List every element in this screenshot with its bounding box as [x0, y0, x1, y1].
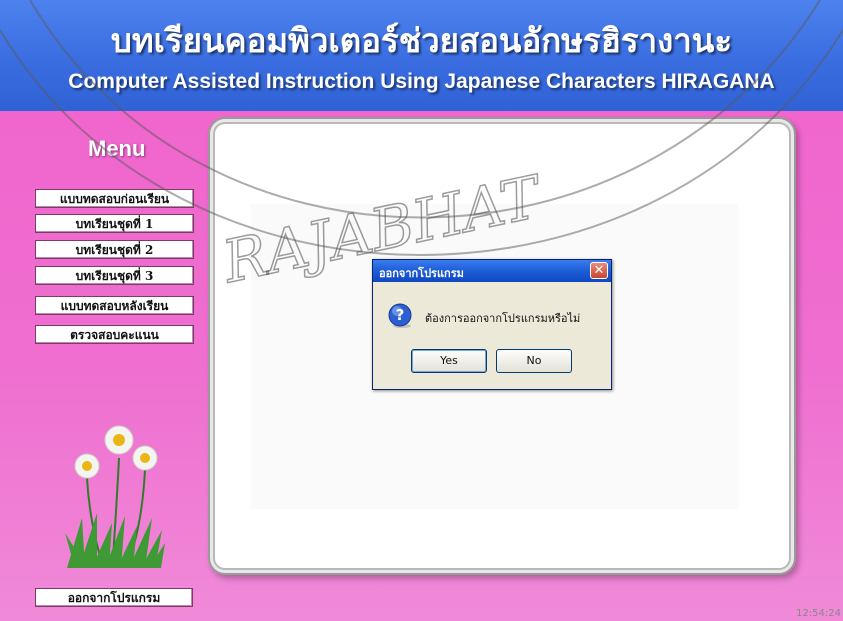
dialog-titlebar[interactable]: ออกจากโปรแกรม ✕ — [373, 260, 611, 282]
yes-button[interactable]: Yes — [411, 349, 487, 373]
menu-item-posttest[interactable]: แบบทดสอบหลังเรียน — [35, 296, 194, 315]
question-icon: ? — [388, 303, 412, 328]
svg-text:?: ? — [396, 306, 405, 324]
app-window: บทเรียนคอมพิวเตอร์ช่วยสอนอักษรฮิรางานะ C… — [0, 0, 843, 621]
menu-item-pretest[interactable]: แบบทดสอบก่อนเรียน — [35, 189, 194, 208]
page-title-english: Computer Assisted Instruction Using Japa… — [68, 70, 775, 93]
header-banner: บทเรียนคอมพิวเตอร์ช่วยสอนอักษรฮิรางานะ C… — [0, 0, 843, 111]
menu-heading: Menu — [88, 136, 146, 161]
close-icon[interactable]: ✕ — [590, 262, 608, 279]
page-title-thai: บทเรียนคอมพิวเตอร์ช่วยสอนอักษรฮิรางานะ — [110, 21, 733, 60]
no-button[interactable]: No — [496, 349, 572, 373]
exit-confirm-dialog: ออกจากโปรแกรม ✕ ? ต้องการออกจากโปรแกรมหร… — [372, 259, 612, 390]
menu-item-check-score[interactable]: ตรวจสอบคะแนน — [35, 325, 194, 344]
clock-text: 12:54:24 — [796, 608, 841, 619]
menu-item-lesson-3[interactable]: บทเรียนชุดที่ 3 — [35, 266, 194, 285]
dialog-title: ออกจากโปรแกรม — [379, 267, 464, 280]
menu-item-lesson-2[interactable]: บทเรียนชุดที่ 2 — [35, 240, 194, 259]
dialog-message: ต้องการออกจากโปรแกรมหรือไม่ — [425, 312, 581, 325]
menu-item-lesson-1[interactable]: บทเรียนชุดที่ 1 — [35, 214, 194, 233]
exit-program-button[interactable]: ออกจากโปรแกรม — [35, 588, 193, 607]
flowers-image — [65, 425, 165, 568]
